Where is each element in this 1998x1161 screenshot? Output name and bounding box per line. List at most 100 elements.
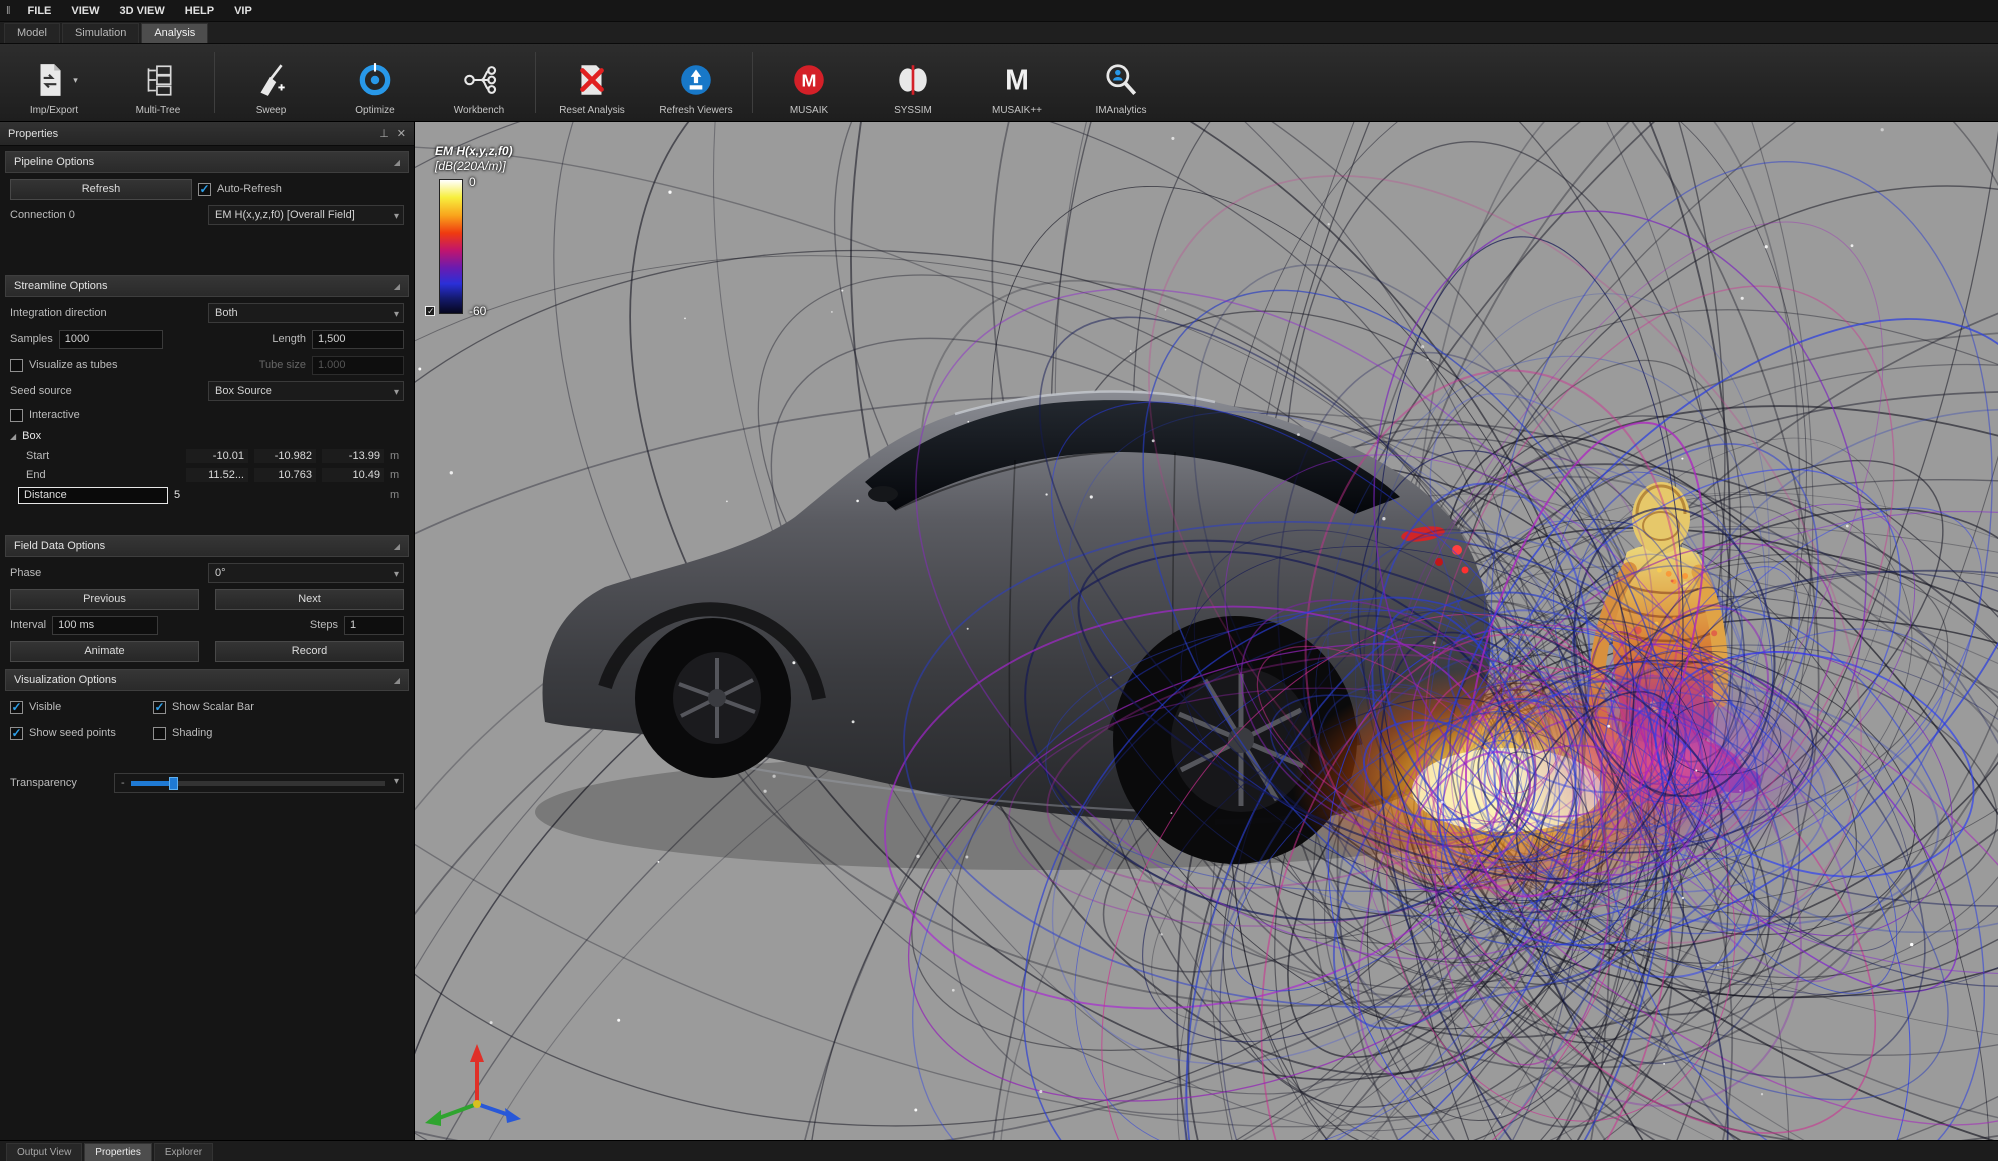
slider-handle[interactable] bbox=[169, 777, 178, 790]
menu-bar: ‖ FILE VIEW 3D VIEW HELP VIP bbox=[0, 0, 1998, 22]
tab-simulation[interactable]: Simulation bbox=[62, 23, 139, 43]
transparency-label: Transparency bbox=[10, 777, 77, 789]
bottom-tab-bar: Output View Properties Explorer bbox=[0, 1140, 1998, 1161]
box-start-label: Start bbox=[26, 450, 78, 462]
length-input[interactable]: 1,500 bbox=[312, 330, 404, 349]
seed-source-select[interactable]: Box Source bbox=[208, 381, 404, 401]
toolbar-multi-tree[interactable]: Multi-Tree bbox=[106, 44, 210, 121]
phase-select[interactable]: 0° bbox=[208, 563, 404, 583]
refresh-button[interactable]: Refresh bbox=[10, 179, 192, 200]
menu-file[interactable]: FILE bbox=[19, 3, 61, 19]
interactive-checkbox[interactable] bbox=[10, 409, 23, 422]
toolbar-workbench[interactable]: Workbench bbox=[427, 44, 531, 121]
imp-export-dropdown-caret[interactable]: ▾ bbox=[73, 75, 78, 86]
next-button[interactable]: Next bbox=[215, 589, 404, 610]
legend-max-value: 0 bbox=[469, 175, 476, 189]
shading-checkbox[interactable] bbox=[153, 727, 166, 740]
show-scalar-bar-label: Show Scalar Bar bbox=[172, 701, 254, 713]
slider-minus-label: - bbox=[121, 777, 125, 789]
toolbar-label: Multi-Tree bbox=[136, 105, 181, 116]
tab-analysis[interactable]: Analysis bbox=[141, 23, 208, 43]
section-pipeline-options[interactable]: Pipeline Options bbox=[5, 151, 409, 173]
section-label: Field Data Options bbox=[14, 540, 105, 552]
tube-size-label: Tube size bbox=[259, 359, 306, 371]
transparency-slider[interactable]: - bbox=[114, 773, 404, 793]
record-button[interactable]: Record bbox=[215, 641, 404, 662]
menu-help[interactable]: HELP bbox=[176, 3, 223, 19]
box-end-x[interactable]: 11.52... bbox=[186, 468, 248, 482]
toolbar-sweep[interactable]: Sweep bbox=[219, 44, 323, 121]
box-label: Box bbox=[22, 430, 41, 442]
toolbar-label: Reset Analysis bbox=[559, 105, 625, 116]
pin-icon[interactable]: ⊥ bbox=[379, 127, 389, 140]
box-end-z[interactable]: 10.49 bbox=[322, 468, 384, 482]
legend-unit: [dB(220A/m)] bbox=[435, 159, 513, 173]
viewport-3d[interactable]: EM H(x,y,z,f0) [dB(220A/m)] 0 -60 bbox=[415, 122, 1998, 1140]
viewport-render[interactable] bbox=[415, 122, 1998, 1140]
animate-button[interactable]: Animate bbox=[10, 641, 199, 662]
reset-analysis-icon bbox=[572, 61, 612, 99]
steps-label: Steps bbox=[310, 619, 338, 631]
box-end-y[interactable]: 10.763 bbox=[254, 468, 316, 482]
box-end-label: End bbox=[26, 469, 78, 481]
toolbar-optimize[interactable]: Optimize bbox=[323, 44, 427, 121]
toolbar-refresh-viewers[interactable]: Refresh Viewers bbox=[644, 44, 748, 121]
show-scalar-bar-checkbox[interactable] bbox=[153, 701, 166, 714]
tab-explorer[interactable]: Explorer bbox=[154, 1143, 213, 1161]
section-label: Visualization Options bbox=[14, 674, 117, 686]
legend-checkbox[interactable] bbox=[425, 306, 435, 316]
scalar-bar-legend: EM H(x,y,z,f0) [dB(220A/m)] 0 -60 bbox=[435, 144, 513, 314]
auto-refresh-checkbox[interactable] bbox=[198, 183, 211, 196]
tab-properties[interactable]: Properties bbox=[84, 1143, 152, 1161]
steps-input[interactable]: 1 bbox=[344, 616, 404, 635]
distance-name-field[interactable]: Distance bbox=[18, 487, 168, 504]
toolbar-imanalytics[interactable]: IMAnalytics bbox=[1069, 44, 1173, 121]
toolbar-musaik-pp[interactable]: M MUSAIK++ bbox=[965, 44, 1069, 121]
sweep-icon bbox=[251, 61, 291, 99]
box-tree-item[interactable]: ◢ Box bbox=[0, 426, 414, 446]
samples-input[interactable]: 1000 bbox=[59, 330, 163, 349]
menu-3d-view[interactable]: 3D VIEW bbox=[111, 3, 174, 19]
legend-title: EM H(x,y,z,f0) bbox=[435, 144, 513, 158]
toolbar-musaik[interactable]: M MUSAIK bbox=[757, 44, 861, 121]
panel-title-bar[interactable]: Properties ⊥ ✕ bbox=[0, 122, 414, 146]
properties-panel: Properties ⊥ ✕ Pipeline Options Refresh … bbox=[0, 122, 415, 1140]
box-start-unit: m bbox=[390, 450, 404, 462]
visible-checkbox[interactable] bbox=[10, 701, 23, 714]
toolbar-syssim[interactable]: SYSSIM bbox=[861, 44, 965, 121]
connection-select[interactable]: EM H(x,y,z,f0) [Overall Field] bbox=[208, 205, 404, 225]
close-icon[interactable]: ✕ bbox=[397, 127, 406, 140]
interval-input[interactable]: 100 ms bbox=[52, 616, 158, 635]
expand-icon[interactable]: ◢ bbox=[10, 432, 16, 441]
window-grip-icon: ‖ bbox=[6, 5, 11, 17]
distance-value[interactable]: 5 bbox=[174, 489, 180, 501]
menu-view[interactable]: VIEW bbox=[62, 3, 108, 19]
visualize-tubes-checkbox[interactable] bbox=[10, 359, 23, 372]
toolbar-label: IMAnalytics bbox=[1095, 105, 1146, 116]
section-visualization-options[interactable]: Visualization Options bbox=[5, 669, 409, 691]
section-streamline-options[interactable]: Streamline Options bbox=[5, 275, 409, 297]
toolbar-separator bbox=[214, 52, 215, 113]
show-seed-points-checkbox[interactable] bbox=[10, 727, 23, 740]
box-start-x[interactable]: -10.01 bbox=[186, 449, 248, 463]
toolbar-label: Imp/Export bbox=[30, 105, 78, 116]
previous-button[interactable]: Previous bbox=[10, 589, 199, 610]
legend-gradient-bar bbox=[439, 179, 463, 314]
box-start-y[interactable]: -10.982 bbox=[254, 449, 316, 463]
menu-vip[interactable]: VIP bbox=[225, 3, 261, 19]
section-field-data-options[interactable]: Field Data Options bbox=[5, 535, 409, 557]
main-area: Properties ⊥ ✕ Pipeline Options Refresh … bbox=[0, 122, 1998, 1140]
tube-size-input: 1.000 bbox=[312, 356, 404, 375]
box-start-z[interactable]: -13.99 bbox=[322, 449, 384, 463]
toolbar-reset-analysis[interactable]: Reset Analysis bbox=[540, 44, 644, 121]
tab-model[interactable]: Model bbox=[4, 23, 60, 43]
integration-direction-select[interactable]: Both bbox=[208, 303, 404, 323]
imanalytics-icon bbox=[1101, 61, 1141, 99]
ribbon-tab-bar: Model Simulation Analysis bbox=[0, 22, 1998, 44]
syssim-icon bbox=[893, 61, 933, 99]
musaik-icon: M bbox=[789, 61, 829, 99]
tab-output-view[interactable]: Output View bbox=[6, 1143, 82, 1161]
slider-track[interactable] bbox=[131, 781, 385, 786]
section-label: Streamline Options bbox=[14, 280, 108, 292]
toolbar-imp-export[interactable]: ▾ Imp/Export bbox=[2, 44, 106, 121]
